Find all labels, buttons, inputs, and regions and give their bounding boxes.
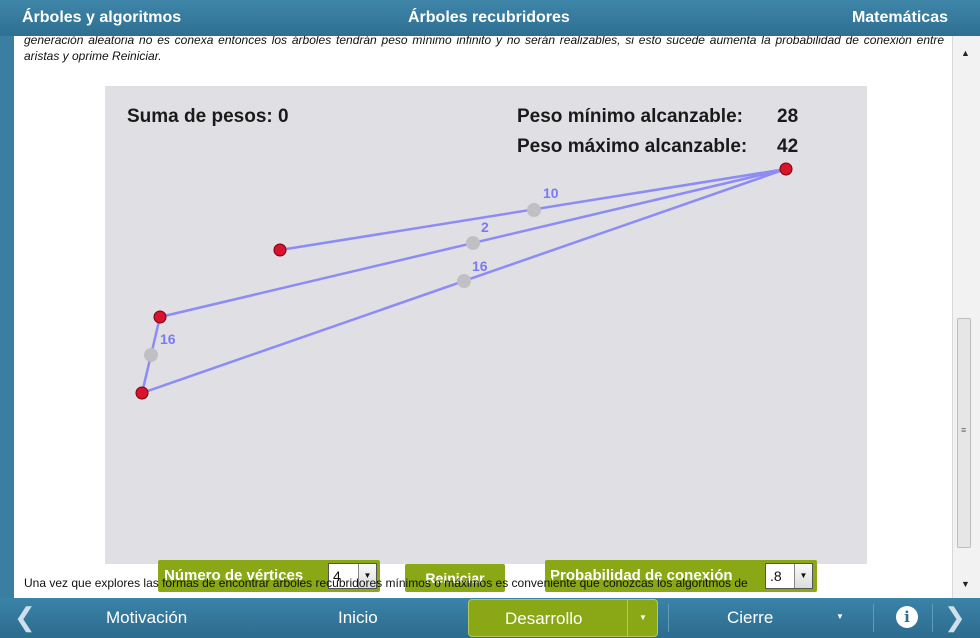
graph-canvas[interactable]: 10 2 16 16 — [105, 86, 867, 564]
graph-vertex[interactable] — [135, 386, 149, 400]
nav-item-motivacion[interactable]: Motivación — [106, 608, 187, 628]
edge-weight-label: 16 — [160, 331, 176, 347]
nav-item-desarrollo[interactable]: Desarrollo ▼ — [468, 599, 658, 637]
edge-weight-label: 16 — [472, 258, 488, 274]
chevron-left-icon[interactable]: ❮ — [14, 602, 36, 633]
edge-midpoint-handle[interactable] — [527, 203, 541, 217]
chevron-down-icon[interactable]: ▼ — [627, 600, 658, 636]
content-area: generación aleatoria no es conexa entonc… — [14, 36, 952, 598]
bottom-nav: ❮ Motivación Inicio Desarrollo ▼ Cierre … — [0, 598, 980, 638]
edge-weight-label: 10 — [543, 185, 559, 201]
nav-divider — [668, 604, 669, 632]
top-header: Árboles y algoritmos Árboles recubridore… — [0, 0, 980, 36]
nav-item-inicio[interactable]: Inicio — [338, 608, 378, 628]
edge-weight-label: 2 — [481, 219, 489, 235]
intro-paragraph: generación aleatoria no es conexa entonc… — [24, 36, 944, 63]
edge-midpoint-handle[interactable] — [466, 236, 480, 250]
scroll-down-arrow-icon[interactable]: ▼ — [961, 579, 970, 589]
edge-midpoint-handle[interactable] — [144, 348, 158, 362]
graph-vertex[interactable] — [779, 162, 793, 176]
nav-item-cierre[interactable]: Cierre — [727, 608, 773, 628]
content-frame: generación aleatoria no es conexa entonc… — [0, 36, 980, 598]
chevron-right-icon[interactable]: ❯ — [944, 602, 966, 633]
subject-title: Matemáticas — [851, 9, 948, 26]
scroll-up-arrow-icon[interactable]: ▲ — [961, 48, 970, 58]
nav-divider — [932, 604, 933, 632]
nav-desarrollo-label: Desarrollo — [505, 609, 583, 628]
scroll-thumb[interactable]: ≡ — [957, 318, 971, 548]
unit-title: Árboles y algoritmos — [22, 9, 182, 26]
vertical-scrollbar[interactable]: ▲ ≡ ▼ — [952, 36, 980, 598]
info-icon[interactable]: i — [896, 606, 918, 628]
edge-midpoint-handle[interactable] — [457, 274, 471, 288]
closing-paragraph: Una vez que explores las formas de encon… — [24, 576, 748, 590]
nav-divider — [873, 604, 874, 632]
chevron-down-icon[interactable]: ▼ — [836, 612, 844, 621]
graph-vertex[interactable] — [153, 310, 167, 324]
grip-icon: ≡ — [961, 425, 967, 435]
graph-vertex[interactable] — [273, 243, 287, 257]
graph-simulation[interactable]: Suma de pesos: 0 Peso mínimo alcanzable:… — [105, 86, 867, 592]
page-title: Árboles recubridores — [408, 9, 570, 26]
